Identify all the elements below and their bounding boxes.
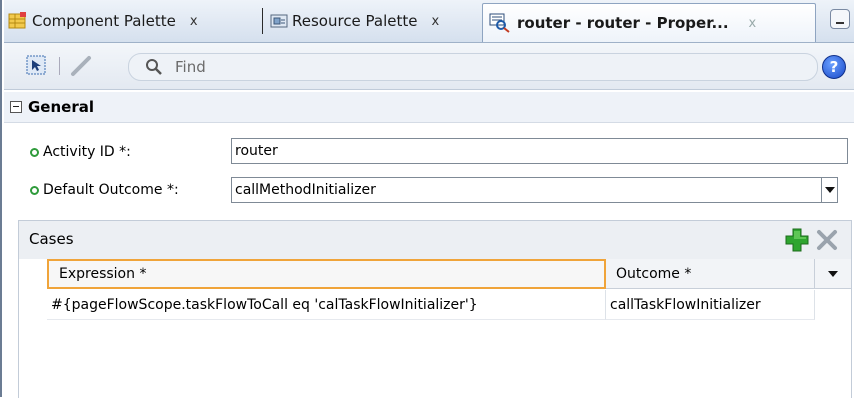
property-inspector-icon: [489, 13, 510, 33]
default-outcome-combo[interactable]: callMethodInitializer: [231, 177, 822, 203]
search-field[interactable]: [128, 53, 818, 81]
component-palette-icon: [8, 12, 26, 29]
tab-label: Resource Palette: [292, 12, 418, 30]
select-in-editor-icon[interactable]: [26, 55, 46, 75]
tab-label: Component Palette: [32, 12, 176, 30]
cases-panel: Cases Expression * Outcome * #{pageFlowS…: [18, 220, 852, 398]
table-cell-expression[interactable]: #{pageFlowScope.taskFlowToCall eq 'calTa…: [47, 290, 606, 320]
property-inspector-window: Component Palette x Resource Palette x r…: [0, 0, 854, 398]
default-outcome-label: Default Outcome *:: [43, 182, 179, 198]
combo-dropdown-button[interactable]: [822, 177, 838, 203]
chevron-down-icon: [824, 187, 835, 193]
tab-resource-palette[interactable]: Resource Palette x: [270, 3, 439, 39]
toolbar-separator: [59, 57, 60, 75]
required-indicator-icon: [30, 185, 39, 195]
required-indicator-icon: [30, 147, 39, 157]
column-header-expression[interactable]: Expression *: [47, 259, 606, 289]
close-icon[interactable]: x: [432, 14, 440, 29]
section-title: General: [28, 98, 94, 116]
help-icon[interactable]: ?: [822, 55, 846, 79]
tab-separator: [262, 8, 263, 34]
column-header-outcome[interactable]: Outcome *: [606, 259, 815, 289]
add-icon[interactable]: [785, 228, 809, 252]
close-icon[interactable]: x: [749, 16, 757, 31]
delete-icon[interactable]: [815, 228, 839, 252]
toolbar: ?: [4, 43, 854, 90]
search-icon: [146, 59, 162, 75]
collapse-icon[interactable]: [10, 101, 22, 113]
activity-id-field[interactable]: router: [231, 138, 848, 164]
activity-id-label: Activity ID *:: [43, 144, 131, 160]
minimize-icon[interactable]: [830, 9, 850, 29]
tab-strip: Component Palette x Resource Palette x r…: [4, 0, 854, 43]
column-menu-button[interactable]: [815, 259, 851, 289]
tab-component-palette[interactable]: Component Palette x: [8, 3, 198, 39]
chevron-down-icon: [828, 270, 838, 277]
search-input[interactable]: [173, 57, 777, 77]
tab-properties[interactable]: router - router - Proper... x: [482, 3, 816, 42]
general-section-header[interactable]: General: [4, 92, 854, 123]
tab-label: router - router - Proper...: [517, 14, 729, 32]
resource-palette-icon: [270, 14, 288, 28]
cases-title: Cases: [29, 230, 74, 248]
activity-id-row: Activity ID *:: [4, 137, 131, 167]
edit-pencil-icon[interactable]: [70, 55, 92, 77]
close-icon[interactable]: x: [190, 14, 198, 29]
default-outcome-row: Default Outcome *:: [4, 175, 179, 205]
table-cell-outcome[interactable]: callTaskFlowInitializer: [606, 290, 815, 320]
cases-header: Cases: [19, 221, 851, 259]
